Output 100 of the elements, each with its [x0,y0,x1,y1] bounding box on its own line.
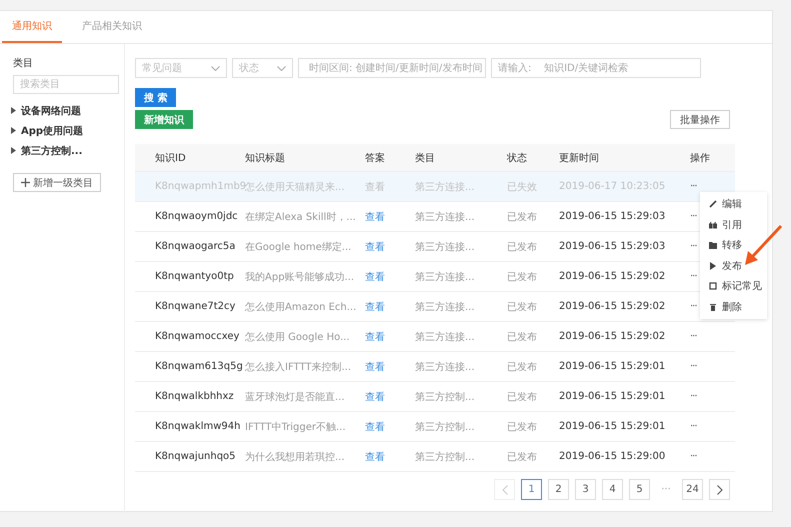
table-cell-text: 已发布 [507,420,538,434]
tree-item[interactable]: App使用问题 [13,123,84,138]
menu-item[interactable]: 引用 [700,214,767,235]
column-header: 答案 [365,152,386,164]
menu-item[interactable]: 发布 [700,256,767,276]
more-actions-button[interactable]: ··· [690,331,697,342]
folder-icon [709,241,717,250]
table-cell-text: K8nqwantyo0tp [154,271,235,282]
table-cell-text: 已失效 [507,180,538,194]
more-actions-button[interactable]: ··· [690,451,697,462]
next-page-button[interactable] [709,479,730,500]
more-actions-button[interactable]: ··· [690,301,697,312]
table-cell-text: K8nqwaoym0jdc [154,211,239,222]
table-cell-text: K8nqwalkbhhxz [154,391,235,402]
trash-icon [709,302,717,311]
table-cell-text: 在绑定Alexa Skill时，... [245,210,357,224]
table-cell-text: K8nqwam613q5g [154,361,244,372]
plus-icon [21,178,30,187]
bookmark-icon [709,282,717,290]
more-actions-button[interactable]: ··· [690,361,697,372]
column-header: 操作 [689,152,711,164]
menu-item[interactable]: 标记常见 [700,276,767,296]
table-cell-text: 蓝牙球泡灯是否能直... [245,390,346,404]
table-cell-text: 2019-06-15 15:29:03 [559,211,666,222]
batch-operation-button[interactable]: 批量操作 [670,110,730,129]
table-cell-text: 为什么我想用若琪控... [245,450,346,464]
table-cell-text: 2019-06-15 15:29:02 [559,331,666,342]
expand-icon[interactable] [11,107,16,114]
table-cell-text: 2019-06-15 15:29:03 [559,241,666,252]
table-cell-text: 第三方连接... [415,210,476,224]
tree-item[interactable]: 设备网络问题 [13,103,84,118]
table-cell-text: 第三方连接... [415,360,476,374]
sidebar-title: 类目 [13,56,33,70]
table-cell-text: 第三方控制... [415,390,476,404]
page-button[interactable]: 3 [575,479,596,500]
more-actions-button[interactable]: ··· [690,391,697,402]
table-cell-text: 第三方连接... [415,240,476,254]
table-cell-text: 第三方连接... [415,330,476,344]
page-button[interactable]: 5 [629,479,650,500]
more-actions-button[interactable]: ··· [690,271,697,282]
table-cell-text: 怎么使用 Google Ho... [245,330,351,344]
table-cell-text: 第三方连接... [415,270,476,284]
table-cell-text: 已发布 [507,270,538,284]
keyword-search-field[interactable]: 请输入: 知识ID/关键词检索 [491,58,701,78]
tree-item[interactable]: 第三方控制... [13,143,84,158]
table-cell-text: 怎么使用天猫精灵来... [245,182,346,194]
more-actions-button[interactable]: ··· [690,421,697,432]
table-cell-text: 怎么接入IFTTT来控制... [245,360,352,374]
table-cell-text: 已发布 [507,450,538,464]
table-cell-text: K8nqwaklmw94h [154,421,242,432]
table-cell-text: 第三方控制... [415,420,476,434]
table-cell-text: 2019-06-15 15:29:02 [559,271,666,282]
page-button[interactable]: 24 [682,479,703,500]
menu-item[interactable]: 转移 [700,235,767,256]
column-header: 知识标题 [245,152,286,164]
table-cell-text: K8nqwapmh1mb9 [154,181,245,192]
column-header: 知识ID [154,152,187,164]
table-cell-text: 第三方连接... [415,180,476,194]
menu-item[interactable]: 编辑 [700,194,767,214]
chevron-right-icon [716,484,722,494]
table-cell-text: 已发布 [507,360,538,374]
pointer-arrow [743,224,783,266]
page-button[interactable]: 2 [548,479,569,500]
menu-item[interactable]: 删除 [700,296,767,317]
table-cell-text: 2019-06-17 10:23:05 [559,181,666,192]
table-cell-text: K8nqwamoccxey [154,331,240,342]
column-header: 类目 [415,152,436,164]
table-cell-text: 第三方连接... [415,300,476,314]
table-cell-text: 我的App账号能够成功... [245,270,356,284]
table-cell-text: 2019-06-15 15:29:02 [559,301,666,312]
table-cell-text: 在Google home绑定... [245,240,352,254]
more-actions-button[interactable]: ··· [690,241,697,252]
chevron-left-icon [502,484,508,494]
page-button[interactable]: 4 [602,479,623,500]
expand-icon[interactable] [11,127,16,134]
table-cell-text: IFTTT中Trigger不触... [245,420,347,434]
expand-icon[interactable] [11,147,16,154]
pagination-ellipsis: ··· [660,484,672,495]
table-cell-text: 已发布 [507,330,538,344]
table-cell-text: 2019-06-15 15:29:01 [559,421,666,432]
search-button[interactable]: 搜 索 [135,88,176,107]
table-cell-text: 第三方控制... [415,450,476,464]
quote-icon [709,220,717,229]
column-header: 更新时间 [559,152,600,164]
table-cell-text: 2019-06-15 15:29:00 [559,451,666,462]
table-cell-text: 已发布 [507,240,538,254]
table-cell-text: 2019-06-15 15:29:01 [559,391,666,402]
chevron-down-icon [277,66,286,70]
play-icon [709,262,717,270]
table-cell-text: K8nqwaogarc5a [154,241,236,252]
more-actions-button[interactable]: ··· [690,211,697,222]
table-cell-text: K8nqwajunhqo5 [154,451,237,462]
column-header: 状态 [507,152,528,164]
table-cell-text: K8nqwane7t2cy [154,301,236,312]
table-cell-text: 已发布 [507,390,538,404]
add-category-button[interactable]: 新增一级类目 [13,173,101,192]
category-search-field[interactable]: 搜索类目 [13,75,119,94]
table-cell-text: 已发布 [507,300,538,314]
table-cell-text: 已发布 [507,210,538,224]
table-cell-text: 怎么使用Amazon Ech... [245,300,358,314]
